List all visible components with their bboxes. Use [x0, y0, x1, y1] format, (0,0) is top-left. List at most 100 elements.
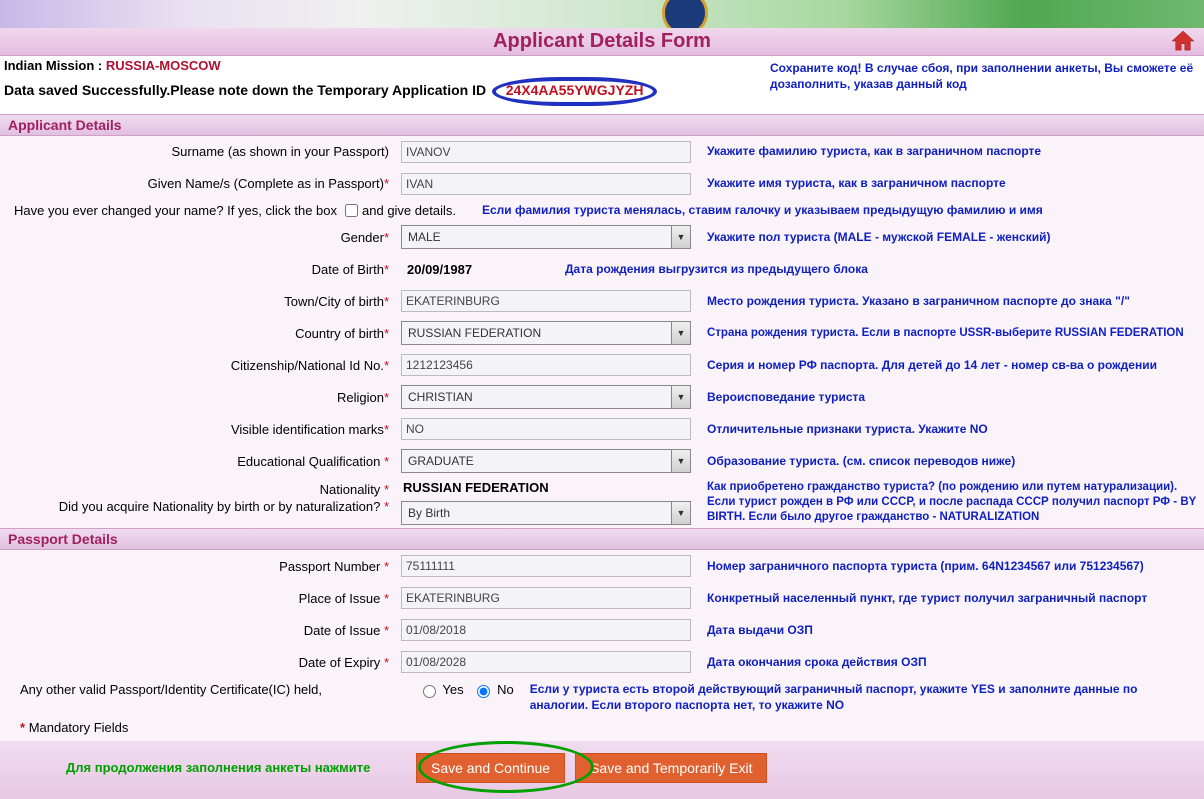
label-nationality-acquired: Did you acquire Nationality by birth or … [59, 499, 381, 514]
hint-country-of-birth: Страна рождения туриста. Если в паспорте… [695, 326, 1204, 341]
country-of-birth-select[interactable]: RUSSIAN FEDERATION ▼ [401, 321, 691, 345]
label-national-id: Citizenship/National Id No. [231, 358, 384, 373]
marks-input[interactable] [401, 418, 691, 440]
chevron-down-icon: ▼ [671, 502, 690, 524]
row-place-of-issue: Place of Issue * Конкретный населенный п… [0, 582, 1204, 614]
row-religion: Religion* CHRISTIAN ▼ Вероисповедание ту… [0, 381, 1204, 413]
page-title: Applicant Details Form [0, 30, 1204, 53]
label-give-details: and give details. [362, 203, 456, 218]
hint-changed-name: Если фамилия туриста менялась, ставим га… [476, 203, 1200, 219]
gender-select[interactable]: MALE ▼ [401, 225, 691, 249]
label-passport-number: Passport Number [279, 559, 380, 574]
mission-label: Indian Mission : [4, 58, 102, 73]
button-bar: Для продолжения заполнения анкеты нажмит… [0, 741, 1204, 799]
row-passport-number: Passport Number * Номер заграничного пас… [0, 550, 1204, 582]
label-education: Educational Qualification [237, 454, 380, 469]
label-date-of-issue: Date of Issue [304, 623, 381, 638]
hint-date-of-expiry: Дата окончания срока действия ОЗП [695, 655, 1204, 671]
app-id-highlight: 24X4AA55YWGJYZH [492, 77, 658, 106]
hint-place-of-issue: Конкретный населенный пункт, где турист … [695, 591, 1204, 607]
date-of-expiry-input[interactable] [401, 651, 691, 673]
changed-name-checkbox[interactable] [345, 204, 358, 217]
title-bar: Applicant Details Form [0, 28, 1204, 56]
label-changed-name: Have you ever changed your name? If yes,… [4, 203, 337, 218]
save-and-continue-button[interactable]: Save and Continue [416, 753, 565, 783]
label-marks: Visible identification marks [231, 422, 384, 437]
saved-message: Data saved Successfully.Please note down… [4, 82, 486, 98]
chevron-down-icon: ▼ [671, 226, 690, 248]
hint-religion: Вероисповедание туриста [695, 390, 1204, 406]
row-surname: Surname (as shown in your Passport) Укаж… [0, 136, 1204, 168]
hint-date-of-issue: Дата выдачи ОЗП [695, 623, 1204, 639]
saved-line: Data saved Successfully.Please note down… [0, 75, 1204, 114]
label-gender: Gender [341, 230, 384, 245]
row-country-of-birth: Country of birth* RUSSIAN FEDERATION ▼ С… [0, 317, 1204, 349]
country-of-birth-value: RUSSIAN FEDERATION [408, 326, 541, 340]
top-banner [0, 0, 1204, 28]
label-dob: Date of Birth [312, 262, 384, 277]
gender-value: MALE [408, 230, 441, 244]
label-religion: Religion [337, 390, 384, 405]
hint-education: Образование туриста. (см. список перевод… [695, 454, 1204, 470]
label-surname: Surname (as shown in your Passport) [0, 144, 395, 159]
date-of-issue-input[interactable] [401, 619, 691, 641]
hint-dob: Дата рождения выгрузится из предыдущего … [565, 262, 1204, 278]
hint-surname: Укажите фамилию туриста, как в заграничн… [695, 144, 1204, 160]
home-icon[interactable] [1172, 31, 1194, 51]
chevron-down-icon: ▼ [671, 450, 690, 472]
place-of-issue-input[interactable] [401, 587, 691, 609]
label-place-of-issue: Place of Issue [299, 591, 381, 606]
row-date-of-issue: Date of Issue * Дата выдачи ОЗП [0, 614, 1204, 646]
hint-gender: Укажите пол туриста (MALE - мужской FEMA… [695, 230, 1204, 246]
button-pretext: Для продолжения заполнения анкеты нажмит… [6, 760, 416, 775]
row-education: Educational Qualification * GRADUATE ▼ О… [0, 445, 1204, 477]
national-id-input[interactable] [401, 354, 691, 376]
row-other-passport: Any other valid Passport/Identity Certif… [0, 678, 1204, 717]
row-gender: Gender* MALE ▼ Укажите пол туриста (MALE… [0, 221, 1204, 253]
label-yes: Yes [442, 682, 463, 697]
label-other-passport: Any other valid Passport/Identity Certif… [20, 682, 420, 697]
religion-value: CHRISTIAN [408, 390, 473, 404]
hint-given-name: Укажите имя туриста, как в заграничном п… [695, 176, 1204, 192]
passport-number-input[interactable] [401, 555, 691, 577]
row-dob: Date of Birth* 20/09/1987 Дата рождения … [0, 253, 1204, 285]
education-select[interactable]: GRADUATE ▼ [401, 449, 691, 473]
label-nationality: Nationality [320, 482, 381, 497]
given-name-input[interactable] [401, 173, 691, 195]
hint-town: Место рождения туриста. Указано в загран… [695, 294, 1204, 310]
dob-value: 20/09/1987 [401, 262, 472, 277]
label-mandatory: Mandatory Fields [29, 720, 129, 735]
mandatory-note: * Mandatory Fields [0, 718, 1204, 741]
label-date-of-expiry: Date of Expiry [299, 655, 381, 670]
row-marks: Visible identification marks* Отличитель… [0, 413, 1204, 445]
nationality-acquired-value: By Birth [408, 506, 450, 520]
application-id: 24X4AA55YWGJYZH [506, 82, 644, 98]
education-value: GRADUATE [408, 454, 474, 468]
hint-marks: Отличительные признаки туриста. Укажите … [695, 422, 1204, 438]
mission-value: RUSSIA-MOSCOW [106, 58, 221, 73]
hint-national-id: Серия и номер РФ паспорта. Для детей до … [695, 358, 1204, 374]
nationality-value: RUSSIAN FEDERATION [401, 480, 695, 501]
row-date-of-expiry: Date of Expiry * Дата окончания срока де… [0, 646, 1204, 678]
section-passport-details: Passport Details [0, 528, 1204, 550]
section-applicant-details: Applicant Details [0, 114, 1204, 136]
hint-other-passport: Если у туриста есть второй действующий з… [524, 682, 1198, 713]
row-given-name: Given Name/s (Complete as in Passport)* … [0, 168, 1204, 200]
town-input[interactable] [401, 290, 691, 312]
hint-nationality-acquired: Как приобретено гражданство туриста? (по… [695, 480, 1204, 525]
other-passport-no-radio[interactable] [477, 685, 490, 698]
save-code-hint: Сохраните код! В случае сбоя, при заполн… [770, 61, 1200, 92]
row-town: Town/City of birth* Место рождения турис… [0, 285, 1204, 317]
religion-select[interactable]: CHRISTIAN ▼ [401, 385, 691, 409]
nationality-acquired-select[interactable]: By Birth ▼ [401, 501, 691, 525]
save-and-exit-button[interactable]: Save and Temporarily Exit [575, 753, 767, 783]
surname-input[interactable] [401, 141, 691, 163]
other-passport-yes-radio[interactable] [423, 685, 436, 698]
row-national-id: Citizenship/National Id No.* Серия и ном… [0, 349, 1204, 381]
row-nationality: Nationality * Did you acquire Nationalit… [0, 477, 1204, 528]
label-town: Town/City of birth [284, 294, 384, 309]
hint-passport-number: Номер заграничного паспорта туриста (при… [695, 559, 1204, 575]
chevron-down-icon: ▼ [671, 386, 690, 408]
label-country-of-birth: Country of birth [295, 326, 384, 341]
chevron-down-icon: ▼ [671, 322, 690, 344]
